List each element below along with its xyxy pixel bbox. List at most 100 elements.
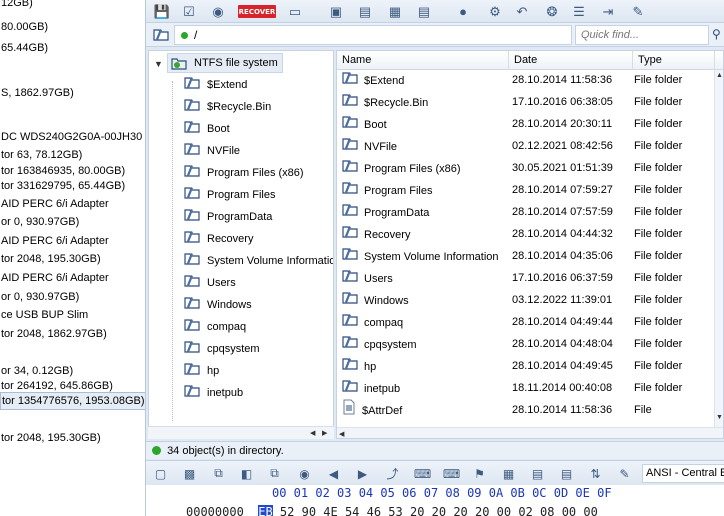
path-input[interactable]: / — [174, 25, 572, 45]
tree-root-node[interactable]: NTFS file system — [167, 53, 283, 73]
disk-list-item[interactable]: S, 1862.97GB) — [0, 84, 74, 102]
file-row[interactable]: ProgramData 28.10.2014 07:57:59 File folde… — [337, 201, 715, 223]
search-icon[interactable]: ⚲ — [712, 27, 721, 41]
file-row[interactable]: compaq 28.10.2014 04:49:44 File folder — [337, 311, 715, 333]
copy-icon[interactable]: ⧉ — [210, 465, 227, 482]
export-icon[interactable]: ⇥ — [598, 2, 618, 21]
scroll-right-icon[interactable]: ▶ — [322, 429, 327, 437]
file-row[interactable]: NVFile 02.12.2021 08:42:56 File folder — [337, 135, 715, 157]
back-icon[interactable]: ◀ — [325, 465, 342, 482]
file-row[interactable]: Boot 28.10.2014 20:30:11 File folder — [337, 113, 715, 135]
binoculars-icon[interactable]: ◉ — [208, 2, 228, 21]
keyboard-alt-icon[interactable]: ⌨ — [443, 465, 460, 482]
hex-row[interactable]: 00000000 EB 52 90 4E 54 46 53 20 20 20 2… — [186, 505, 598, 516]
flag-icon[interactable]: ⚑ — [471, 465, 488, 482]
file-row[interactable]: $Extend 28.10.2014 11:58:36 File folder — [337, 69, 715, 91]
file-row[interactable]: $AttrDef 28.10.2014 11:58:36 File — [337, 399, 715, 421]
tree-node[interactable]: Program Files — [183, 185, 275, 205]
tree-node[interactable]: System Volume Informatio — [183, 251, 333, 271]
tree-node[interactable]: hp — [183, 361, 219, 381]
sector-alt-icon[interactable]: ▤ — [558, 465, 575, 482]
file-row[interactable]: Windows 03.12.2022 11:39:01 File folder — [337, 289, 715, 311]
tree-node[interactable]: Windows — [183, 295, 252, 315]
disk-list-item[interactable]: 80.00GB) — [0, 18, 48, 36]
gear-icon[interactable]: ⚙ — [485, 2, 505, 21]
file-row[interactable]: Recovery 28.10.2014 04:44:32 File folder — [337, 223, 715, 245]
disk-list-item[interactable]: ce USB BUP Slim — [0, 306, 88, 324]
tree-node[interactable]: inetpub — [183, 383, 243, 403]
tree-node[interactable]: ProgramData — [183, 207, 272, 227]
edit-icon[interactable]: ✎ — [616, 465, 633, 482]
tree-node[interactable]: $Extend — [183, 75, 247, 95]
vertical-scrollbar[interactable]: ▲ ▼ — [714, 70, 723, 427]
clean-icon[interactable]: ✎ — [628, 2, 648, 21]
tree-horizontal-scrollbar[interactable]: ◀ ▶ — [148, 426, 334, 439]
network-icon[interactable]: ❂ — [542, 2, 562, 21]
disk-list-item[interactable]: tor 2048, 1862.97GB) — [0, 325, 107, 343]
file-row[interactable]: Users 17.10.2016 06:37:59 File folder — [337, 267, 715, 289]
disk-list-item[interactable]: tor 2048, 195.30GB) — [0, 429, 101, 447]
disk-image-icon[interactable]: ▣ — [326, 2, 346, 21]
scroll-up-icon[interactable]: ▲ — [716, 72, 723, 79]
file-row[interactable]: $Recycle.Bin 17.10.2016 06:38:05 File fold… — [337, 91, 715, 113]
file-row[interactable]: inetpub 18.11.2014 00:40:08 File folder — [337, 377, 715, 399]
disk-list-item[interactable]: 65.44GB) — [0, 39, 48, 57]
disk-list-item[interactable]: or 0, 930.97GB) — [0, 288, 79, 306]
column-header-type[interactable]: Type — [633, 51, 715, 70]
open-image-icon[interactable]: ▤ — [355, 2, 375, 21]
tree-node[interactable]: compaq — [183, 317, 246, 337]
disk-list-item[interactable]: AID PERC 6/i Adapter — [0, 195, 109, 213]
drive-icon[interactable]: ▭ — [285, 2, 305, 21]
copy-text-icon[interactable]: ⧉ — [266, 465, 283, 482]
select-all-icon[interactable]: ▩ — [181, 465, 198, 482]
disk-list-item[interactable]: or 0, 930.97GB) — [0, 213, 79, 231]
tree-node[interactable]: NVFile — [183, 141, 240, 161]
bookmark-icon[interactable]: ▦ — [500, 465, 517, 482]
column-header-name[interactable]: Name — [337, 51, 509, 70]
paste-icon[interactable]: ◧ — [238, 465, 255, 482]
sector-icon[interactable]: ▤ — [529, 465, 546, 482]
tree-node[interactable]: Boot — [183, 119, 230, 139]
tree-node[interactable]: Program Files (x86) — [183, 163, 304, 183]
tree-node[interactable]: Recovery — [183, 229, 253, 249]
scroll-left-icon[interactable]: ◀ — [310, 429, 315, 437]
connect-icon[interactable]: ↶ — [512, 2, 532, 21]
tree-node[interactable]: Users — [183, 273, 236, 293]
tree-node[interactable]: $Recycle.Bin — [183, 97, 271, 117]
folder-icon — [341, 201, 359, 225]
save-icon[interactable]: 💾 — [152, 2, 172, 21]
disk-list-item[interactable]: AID PERC 6/i Adapter — [0, 269, 109, 287]
image-properties-icon[interactable]: ▦ — [385, 2, 405, 21]
recover-button[interactable]: RECOVER — [238, 5, 276, 18]
quick-find-input[interactable] — [575, 25, 709, 45]
file-row[interactable]: hp 28.10.2014 04:49:45 File folder — [337, 355, 715, 377]
disk-list-item[interactable]: tor 331629795, 65.44GB) — [0, 177, 125, 195]
window-icon[interactable]: ▤ — [414, 2, 434, 21]
scroll-left-icon[interactable]: ◀ — [339, 430, 344, 438]
file-row[interactable]: cpqsystem 28.10.2014 04:48:04 File folder — [337, 333, 715, 355]
file-row[interactable]: System Volume Information 28.10.2014 04:3… — [337, 245, 715, 267]
find-icon[interactable]: ◉ — [296, 465, 313, 482]
horizontal-scrollbar[interactable]: ◀ — [337, 427, 723, 438]
checklist-icon[interactable]: ☑ — [179, 2, 199, 21]
disk-list-item[interactable]: 12GB) — [0, 0, 33, 12]
disk-list-item[interactable]: DC WDS240G2G0A-00JH30 — [0, 128, 142, 146]
tree-node[interactable]: cpqsystem — [183, 339, 260, 359]
collapse-icon[interactable]: ▼ — [154, 59, 163, 69]
encoding-select[interactable]: ANSI - Central E — [642, 464, 724, 483]
hex-selected-byte[interactable]: EB — [258, 505, 273, 516]
sync-icon[interactable]: ⇅ — [587, 465, 604, 482]
file-row[interactable]: Program Files (x86) 30.05.2021 01:51:39 Fi… — [337, 157, 715, 179]
lock-icon[interactable]: ● — [453, 2, 473, 21]
select-icon[interactable]: ▢ — [152, 465, 169, 482]
goto-icon[interactable]: ⤴ — [384, 465, 401, 482]
disk-list-item-selected[interactable]: tor 1354776576, 1953.08GB) — [0, 392, 145, 410]
keyboard-icon[interactable]: ⌨ — [414, 465, 431, 482]
disk-list-item[interactable]: tor 2048, 195.30GB) — [0, 250, 101, 268]
disk-list-item[interactable]: AID PERC 6/i Adapter — [0, 232, 109, 250]
column-header-date[interactable]: Date — [509, 51, 633, 70]
forward-icon[interactable]: ▶ — [354, 465, 371, 482]
file-row[interactable]: Program Files 28.10.2014 07:59:27 File fol… — [337, 179, 715, 201]
list-icon[interactable]: ☰ — [569, 2, 589, 21]
scroll-down-icon[interactable]: ▼ — [716, 414, 723, 421]
